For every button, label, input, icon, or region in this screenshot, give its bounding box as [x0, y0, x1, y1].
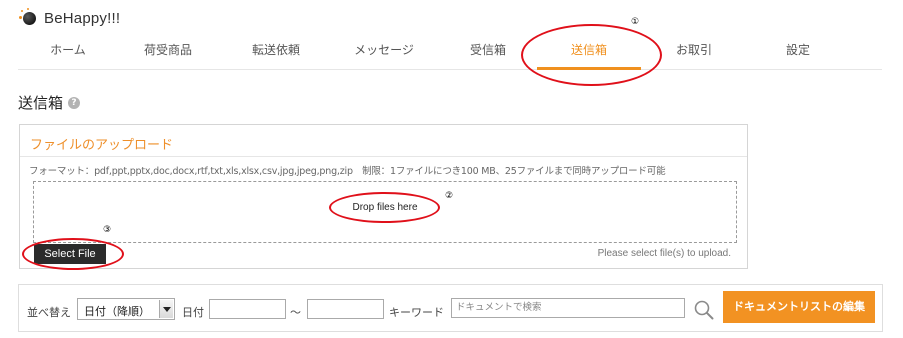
nav-item-label: 送信箱 — [570, 43, 607, 57]
date-from-input[interactable] — [209, 299, 286, 319]
annotation-number-1: ① — [631, 17, 640, 27]
nav-item-messages[interactable]: メッセージ — [351, 36, 417, 69]
dropzone-label: Drop files here — [352, 202, 418, 213]
sort-select-value: 日付（降順） — [84, 305, 150, 318]
nav-item-label: ホーム — [50, 43, 86, 57]
upload-hint: Please select file(s) to upload. — [597, 248, 731, 259]
edit-document-list-button[interactable]: ドキュメントリストの編集 — [723, 291, 875, 323]
question-circle-icon[interactable]: ? — [68, 96, 81, 109]
main-nav: ホーム 荷受商品 転送依頼 メッセージ 受信箱 送信箱 お取引 設定 — [18, 36, 882, 70]
nav-item-transactions[interactable]: お取引 — [672, 36, 716, 69]
magnifier-icon[interactable] — [693, 299, 715, 321]
upload-panel: ファイルのアップロード フォーマット：pdf,ppt,pptx,doc,docx… — [19, 124, 748, 270]
nav-item-inbox[interactable]: 受信箱 — [466, 36, 510, 69]
date-label: 日付 — [182, 306, 204, 319]
upload-heading: ファイルのアップロード — [30, 138, 174, 153]
sort-label: 並べ替え — [27, 306, 71, 319]
nav-item-forward-request[interactable]: 転送依頼 — [248, 36, 304, 69]
select-file-button[interactable]: Select File — [34, 244, 106, 264]
date-to-input[interactable] — [307, 299, 384, 319]
page-title: 送信箱 ? — [18, 92, 81, 113]
page-title-text: 送信箱 — [18, 94, 64, 112]
file-dropzone[interactable]: Drop files here — [33, 181, 737, 243]
nav-item-label: 転送依頼 — [251, 43, 300, 57]
filter-bar: 並べ替え 日付（降順） 日付 ～ キーワード ドキュメントで検索 ドキュメントリ… — [18, 284, 883, 332]
brand-name: BeHappy!!! — [44, 9, 121, 27]
annotation-number-2: ② — [445, 191, 454, 201]
keyword-search-input[interactable]: ドキュメントで検索 — [451, 298, 685, 318]
nav-item-settings[interactable]: 設定 — [778, 36, 818, 69]
nav-item-home[interactable]: ホーム — [46, 36, 90, 69]
sort-select[interactable]: 日付（降順） — [77, 298, 175, 320]
nav-item-outbox[interactable]: 送信箱 — [537, 36, 641, 70]
date-range-separator: ～ — [290, 306, 301, 319]
upload-format-info: フォーマット：pdf,ppt,pptx,doc,docx,rtf,txt,xls… — [29, 166, 666, 177]
keyword-label: キーワード — [389, 306, 444, 319]
nav-item-label: 設定 — [785, 43, 810, 57]
nav-item-label: メッセージ — [354, 43, 414, 57]
divider — [20, 156, 747, 157]
annotation-number-3: ③ — [103, 225, 112, 235]
nav-item-label: 受信箱 — [469, 43, 506, 57]
orb-sparkle-icon — [18, 8, 40, 28]
nav-item-received-goods[interactable]: 荷受商品 — [140, 36, 196, 69]
nav-item-label: 荷受商品 — [143, 43, 192, 57]
brand-logo[interactable]: BeHappy!!! — [18, 7, 120, 29]
nav-item-label: お取引 — [675, 43, 712, 57]
chevron-down-icon[interactable] — [159, 300, 173, 318]
